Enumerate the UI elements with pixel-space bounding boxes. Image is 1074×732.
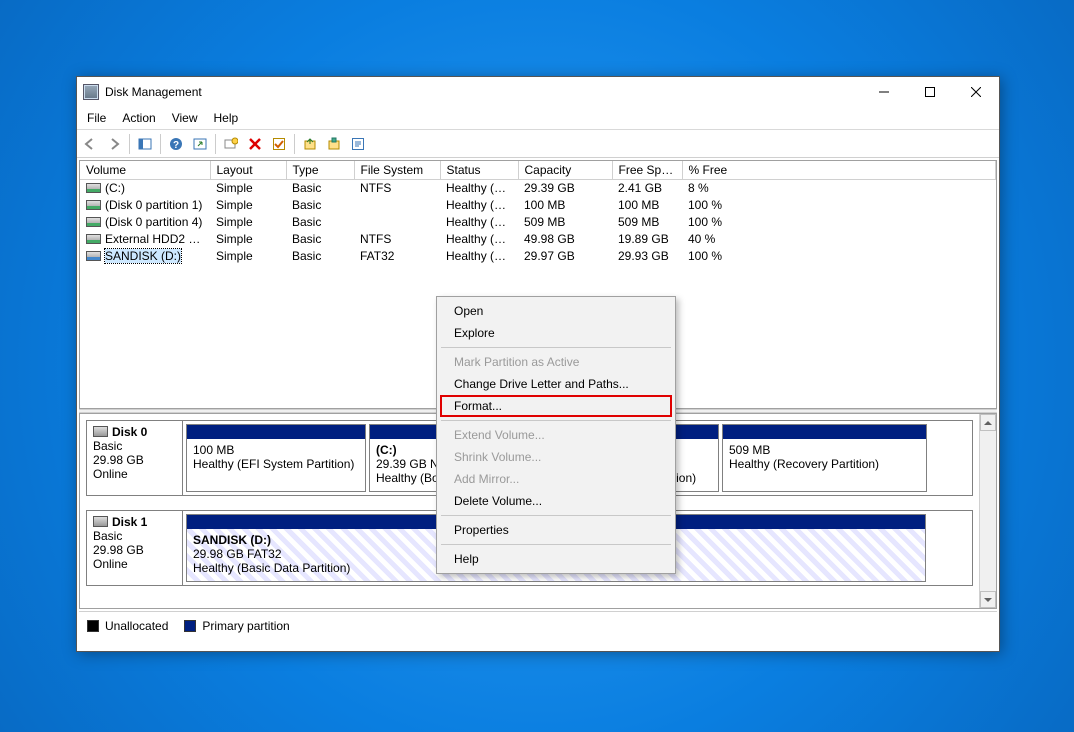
ctx-change-letter[interactable]: Change Drive Letter and Paths... (440, 373, 672, 395)
ctx-extend: Extend Volume... (440, 424, 672, 446)
legend-unallocated: Unallocated (87, 619, 168, 633)
partition[interactable]: 100 MBHealthy (EFI System Partition) (186, 424, 366, 492)
back-button[interactable] (79, 133, 101, 155)
scroll-up-icon[interactable] (980, 414, 996, 431)
settings-button-1[interactable] (220, 133, 242, 155)
ctx-add-mirror: Add Mirror... (440, 468, 672, 490)
disk-header[interactable]: Disk 1Basic29.98 GBOnline (87, 511, 183, 585)
ctx-explore[interactable]: Explore (440, 322, 672, 344)
action-button-1[interactable] (299, 133, 321, 155)
col-pct[interactable]: % Free (682, 161, 996, 180)
scroll-down-icon[interactable] (980, 591, 996, 608)
checkmark-button[interactable] (268, 133, 290, 155)
titlebar[interactable]: Disk Management (77, 77, 999, 107)
properties-button[interactable] (347, 133, 369, 155)
minimize-button[interactable] (861, 77, 907, 107)
menu-action[interactable]: Action (114, 109, 163, 127)
maximize-button[interactable] (907, 77, 953, 107)
ctx-delete[interactable]: Delete Volume... (440, 490, 672, 512)
table-row[interactable]: External HDD2 (E:)SimpleBasicNTFSHealthy… (80, 231, 996, 248)
col-volume[interactable]: Volume (80, 161, 210, 180)
col-type[interactable]: Type (286, 161, 354, 180)
table-row[interactable]: SANDISK (D:)SimpleBasicFAT32Healthy (B..… (80, 248, 996, 265)
action-button-2[interactable] (323, 133, 345, 155)
ctx-open[interactable]: Open (440, 300, 672, 322)
menu-view[interactable]: View (164, 109, 206, 127)
help-button[interactable]: ? (165, 133, 187, 155)
refresh-button[interactable] (189, 133, 211, 155)
table-row[interactable]: (Disk 0 partition 1)SimpleBasicHealthy (… (80, 197, 996, 214)
toolbar: ? (77, 130, 999, 158)
ctx-format[interactable]: Format... (440, 395, 672, 417)
col-fs[interactable]: File System (354, 161, 440, 180)
ctx-shrink: Shrink Volume... (440, 446, 672, 468)
close-button[interactable] (953, 77, 999, 107)
table-row[interactable]: (Disk 0 partition 4)SimpleBasicHealthy (… (80, 214, 996, 231)
col-status[interactable]: Status (440, 161, 518, 180)
ctx-properties[interactable]: Properties (440, 519, 672, 541)
delete-button[interactable] (244, 133, 266, 155)
app-icon (83, 84, 99, 100)
col-capacity[interactable]: Capacity (518, 161, 612, 180)
col-layout[interactable]: Layout (210, 161, 286, 180)
column-headers[interactable]: Volume Layout Type File System Status Ca… (80, 161, 996, 180)
disk-header[interactable]: Disk 0Basic29.98 GBOnline (87, 421, 183, 495)
scroll-track[interactable] (980, 431, 996, 591)
ctx-mark-active: Mark Partition as Active (440, 351, 672, 373)
legend-primary: Primary partition (184, 619, 289, 633)
window-title: Disk Management (105, 85, 861, 99)
menubar: File Action View Help (77, 107, 999, 130)
disk-icon (93, 426, 108, 437)
context-menu: Open Explore Mark Partition as Active Ch… (436, 296, 676, 574)
ctx-help[interactable]: Help (440, 548, 672, 570)
show-hide-console-button[interactable] (134, 133, 156, 155)
scrollbar[interactable] (979, 414, 996, 608)
disk-icon (93, 516, 108, 527)
col-free[interactable]: Free Spa... (612, 161, 682, 180)
legend: Unallocated Primary partition (79, 611, 997, 639)
menu-file[interactable]: File (79, 109, 114, 127)
partition[interactable]: 509 MBHealthy (Recovery Partition) (722, 424, 927, 492)
table-row[interactable]: (C:)SimpleBasicNTFSHealthy (B...29.39 GB… (80, 180, 996, 197)
menu-help[interactable]: Help (206, 109, 247, 127)
svg-text:?: ? (173, 140, 179, 151)
forward-button[interactable] (103, 133, 125, 155)
